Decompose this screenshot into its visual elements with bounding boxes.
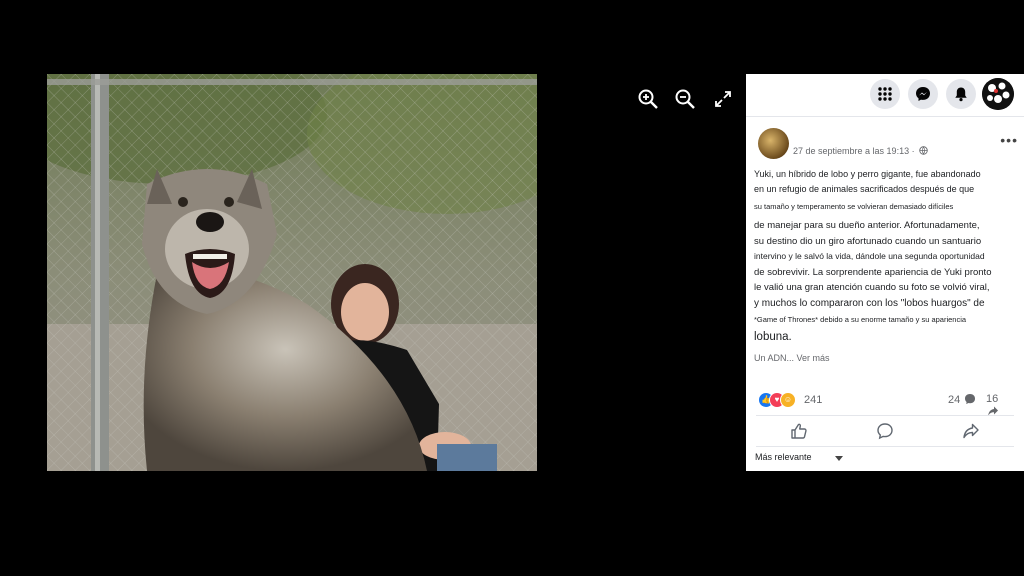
post-text-line: su destino dio un giro afortunado cuando… bbox=[754, 235, 982, 247]
post-text-line: de sobrevivir. La sorprendente aparienci… bbox=[754, 266, 992, 278]
reaction-icons[interactable]: 👍 ♥ ☺ bbox=[758, 392, 796, 408]
globe-icon bbox=[919, 146, 928, 155]
post-panel: 27 de septiembre a las 19:13 · ••• Yuki,… bbox=[746, 74, 1024, 471]
post-text-line: lobuna. bbox=[754, 330, 792, 343]
more-options-button[interactable]: ••• bbox=[1000, 132, 1018, 148]
post-timestamp[interactable]: 27 de septiembre a las 19:13 · bbox=[793, 146, 928, 156]
post-text-line: *Game of Thrones* debido a su enorme tam… bbox=[754, 314, 967, 324]
post-text-line: intervino y le salvó la vida, dándole un… bbox=[754, 251, 985, 262]
post-photo[interactable] bbox=[47, 74, 537, 471]
fullscreen-icon[interactable] bbox=[712, 88, 734, 110]
like-icon[interactable] bbox=[790, 422, 810, 442]
post-header: 27 de septiembre a las 19:13 · ••• bbox=[758, 128, 1018, 162]
timestamp-text: 27 de septiembre a las 19:13 · bbox=[793, 146, 915, 156]
bell-icon[interactable] bbox=[946, 79, 976, 109]
comment-sort-dropdown[interactable]: Más relevante bbox=[755, 452, 812, 462]
reactions-bar: 👍 ♥ ☺ 241 24 16 bbox=[758, 392, 1014, 416]
chevron-down-icon[interactable] bbox=[835, 456, 843, 461]
apps-grid-icon[interactable] bbox=[870, 79, 900, 109]
post-text-line: le valió una gran atención cuando su fot… bbox=[754, 282, 990, 294]
reaction-count[interactable]: 241 bbox=[804, 394, 822, 406]
divider bbox=[756, 446, 1014, 447]
zoom-out-icon[interactable] bbox=[674, 88, 696, 110]
comment-icon[interactable] bbox=[876, 422, 896, 442]
care-reaction-icon: ☺ bbox=[780, 392, 796, 408]
post-text-line: Yuki, un híbrido de lobo y perro gigante… bbox=[754, 169, 981, 179]
comment-count-value: 24 bbox=[948, 394, 961, 406]
author-avatar[interactable] bbox=[758, 128, 789, 159]
comment-count-icon bbox=[965, 394, 976, 404]
divider bbox=[756, 415, 1014, 416]
post-text-line: su tamaño y temperamento se volvieran de… bbox=[754, 202, 954, 211]
comment-count[interactable]: 24 bbox=[948, 393, 976, 406]
post-actions bbox=[756, 420, 1014, 444]
zoom-in-icon[interactable] bbox=[637, 88, 659, 110]
post-body: Yuki, un híbrido de lobo y perro gigante… bbox=[754, 167, 1018, 345]
post-text-line: de manejar para su dueño anterior. Afort… bbox=[754, 220, 980, 231]
share-icon[interactable] bbox=[962, 422, 982, 442]
profile-avatar[interactable] bbox=[982, 78, 1014, 110]
messenger-icon[interactable] bbox=[908, 79, 938, 109]
see-more-link[interactable]: Un ADN... Ver más bbox=[754, 353, 830, 363]
share-count-value: 16 bbox=[986, 393, 999, 405]
post-text-line: y muchos lo compararon con los "lobos hu… bbox=[754, 297, 985, 309]
post-text-line: en un refugio de animales sacrificados d… bbox=[754, 184, 975, 194]
top-bar bbox=[746, 74, 1024, 117]
